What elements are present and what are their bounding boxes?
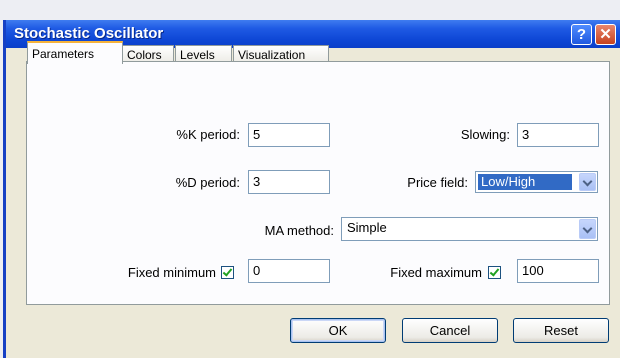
price-field-label: Price field: [407,175,468,190]
slowing-label: Slowing: [460,127,510,142]
slowing-field[interactable]: 3 [517,123,599,147]
fixed-maximum-field[interactable]: 100 [517,259,599,283]
dialog-title: Stochastic Oscillator [14,25,164,42]
cancel-button[interactable]: Cancel [402,318,498,343]
close-button[interactable]: ✕ [595,24,616,45]
fixed-maximum-label: Fixed maximum [390,265,482,280]
chevron-down-icon [582,223,593,234]
ma-method-select[interactable]: Simple [341,217,598,241]
ma-method-dropdown-button[interactable] [579,219,596,239]
price-field-dropdown-button[interactable] [579,173,596,191]
price-field-value: Low/High [478,174,572,190]
d-period-label: %D period: [175,175,240,190]
fixed-minimum-checkbox[interactable] [221,266,234,279]
price-field-select[interactable]: Low/High [475,171,598,193]
reset-button[interactable]: Reset [513,318,609,343]
d-period-field[interactable]: 3 [248,170,330,194]
fixed-minimum-field[interactable]: 0 [248,259,330,283]
k-period-label: %K period: [176,127,240,142]
ok-button[interactable]: OK [290,318,386,343]
ma-method-label: MA method: [264,223,334,238]
k-period-field[interactable]: 5 [248,123,330,147]
help-button[interactable]: ? [571,24,592,45]
fixed-maximum-checkbox[interactable] [488,266,501,279]
fixed-minimum-label: Fixed minimum [127,265,216,280]
ma-method-value: Simple [347,220,387,235]
tab-parameters[interactable]: Parameters [27,41,123,64]
chevron-down-icon [582,176,593,187]
